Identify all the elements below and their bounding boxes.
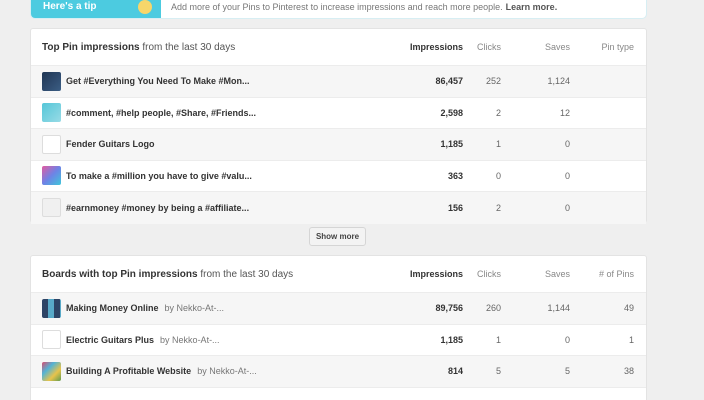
board-thumbnail[interactable] (42, 330, 61, 350)
board-thumbnail[interactable] (42, 361, 61, 381)
boards-title: Boards with top Pin impressions from the… (42, 268, 294, 280)
top-pins-card: Top Pin impressions from the last 30 day… (30, 28, 647, 224)
board-saves: 0 (564, 334, 570, 345)
table-row[interactable]: Building A Profitable Website by Nekko-At… (31, 356, 646, 388)
board-owner: by Nekko-At-... (197, 366, 257, 377)
top-pins-header: Top Pin impressions from the last 30 day… (31, 29, 646, 66)
board-clicks: 260 (485, 303, 501, 314)
lightbulb-icon (138, 0, 152, 14)
pin-thumbnail[interactable] (42, 166, 61, 186)
pin-title[interactable]: Get #Everything You Need To Make #Mon... (66, 76, 250, 86)
board-pin-count: 49 (623, 303, 634, 314)
top-pins-subtitle: from the last 30 days (142, 41, 236, 53)
pin-saves: 0 (564, 202, 570, 213)
pin-thumbnail[interactable] (42, 71, 61, 91)
pin-title[interactable]: Fender Guitars Logo (66, 139, 155, 149)
boards-header: Boards with top Pin impressions from the… (31, 256, 646, 293)
pin-thumbnail[interactable] (42, 198, 61, 218)
show-more-button[interactable]: Show more (309, 227, 366, 246)
boards-card: Boards with top Pin impressions from the… (30, 255, 647, 400)
pin-impressions: 2,598 (440, 107, 463, 118)
pin-thumbnail[interactable] (42, 134, 61, 154)
board-clicks: 1 (495, 334, 501, 345)
col-saves[interactable]: Saves (545, 269, 570, 279)
col-impressions[interactable]: Impressions (410, 42, 463, 52)
table-row[interactable]: Making Money Online by Nekko-At-... 89,75… (31, 293, 646, 325)
board-impressions: 89,756 (435, 303, 463, 314)
col-clicks[interactable]: Clicks (477, 269, 501, 279)
pin-thumbnail[interactable] (42, 103, 61, 123)
table-row[interactable]: To make a #million you have to give #val… (31, 161, 646, 192)
board-thumbnail[interactable] (42, 298, 61, 318)
pin-impressions: 86,457 (435, 76, 463, 87)
board-title[interactable]: Electric Guitars Plus by Nekko-At-... (66, 335, 220, 345)
pin-clicks: 2 (495, 202, 501, 213)
top-pins-title: Top Pin impressions from the last 30 day… (42, 41, 236, 53)
boards-subtitle: from the last 30 days (200, 268, 294, 280)
board-impressions: 814 (447, 366, 463, 377)
board-saves: 5 (564, 366, 570, 377)
pin-clicks: 1 (495, 139, 501, 150)
board-owner: by Nekko-At-... (160, 334, 220, 345)
col-impressions[interactable]: Impressions (410, 269, 463, 279)
board-owner: by Nekko-At-... (164, 303, 225, 314)
pin-saves: 0 (564, 139, 570, 150)
tip-banner: Here's a tip Add more of your Pins to Pi… (30, 0, 647, 19)
tip-header: Here's a tip (31, 0, 161, 18)
tip-text: Add more of your Pins to Pinterest to in… (171, 1, 503, 12)
learn-more-link[interactable]: Learn more. (503, 2, 558, 12)
pin-clicks: 252 (485, 76, 501, 87)
col-saves[interactable]: Saves (545, 42, 570, 52)
table-row[interactable]: #earnmoney #money by being a #affiliate.… (31, 192, 646, 224)
board-title[interactable]: Making Money Online by Nekko-At-... (66, 303, 224, 313)
pin-saves: 12 (559, 107, 570, 118)
pin-impressions: 156 (447, 202, 463, 213)
board-pin-count: 1 (628, 334, 634, 345)
pin-clicks: 0 (495, 170, 501, 181)
tip-title: Here's a tip (43, 1, 97, 12)
table-row[interactable]: Electric Guitars Plus by Nekko-At-... 1,1… (31, 325, 646, 356)
col-pin-type[interactable]: Pin type (601, 42, 634, 52)
col-clicks[interactable]: Clicks (477, 42, 501, 52)
col-pin-count[interactable]: # of Pins (599, 269, 634, 279)
table-row[interactable]: Get #Everything You Need To Make #Mon...… (31, 66, 646, 98)
pin-title[interactable]: #earnmoney #money by being a #affiliate.… (66, 203, 249, 213)
pin-saves: 1,124 (547, 76, 570, 87)
table-row[interactable]: Fender Guitars Logo 1,185 1 0 (31, 129, 646, 161)
pin-clicks: 2 (495, 107, 501, 118)
pin-title[interactable]: To make a #million you have to give #val… (66, 171, 252, 181)
board-impressions: 1,185 (440, 334, 463, 345)
board-clicks: 5 (495, 366, 501, 377)
pin-impressions: 363 (447, 170, 463, 181)
board-title[interactable]: Building A Profitable Website by Nekko-At… (66, 366, 257, 376)
pin-impressions: 1,185 (440, 139, 463, 150)
pin-title[interactable]: #comment, #help people, #Share, #Friends… (66, 108, 256, 118)
board-saves: 1,144 (547, 303, 570, 314)
board-pin-count: 38 (623, 366, 634, 377)
table-row[interactable]: #comment, #help people, #Share, #Friends… (31, 98, 646, 129)
pin-saves: 0 (564, 170, 570, 181)
